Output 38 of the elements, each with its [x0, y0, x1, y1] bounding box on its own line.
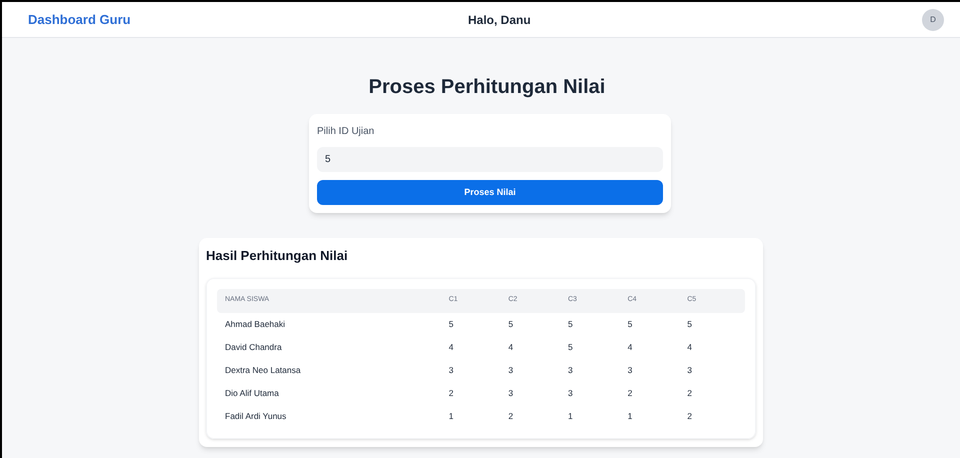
table-cell-text: 3: [628, 364, 634, 376]
exam-id-field[interactable]: 5: [317, 147, 663, 172]
table-cell-text: 1: [568, 410, 574, 422]
table-cell-text: 2: [687, 410, 693, 422]
table-cell-text: Dextra Neo Latansa: [225, 364, 302, 376]
table-cell-text: 4: [628, 340, 634, 354]
table-cell-text: 5: [568, 340, 574, 354]
table-cell-text: 2: [448, 386, 454, 400]
results-title: Hasil Perhitungan Nilai: [206, 247, 349, 265]
table-cell-text: 5: [448, 318, 454, 330]
table-cell-text: 5: [687, 318, 693, 330]
brand-title[interactable]: Dashboard Guru: [28, 10, 131, 30]
table-cell-text: 2: [508, 410, 514, 422]
table-cell-text: 5: [508, 318, 514, 330]
greeting: Halo, Danu: [468, 12, 531, 28]
process-button[interactable]: Proses Nilai: [317, 180, 663, 205]
table-cell-text: 4: [448, 340, 454, 354]
table-cell-text: 3: [568, 386, 574, 400]
table-cell-text: 4: [687, 340, 693, 354]
table-cell-text: 3: [508, 386, 514, 400]
field-label: Pilih ID Ujian: [317, 125, 376, 139]
table-cell-text: 2: [687, 386, 693, 400]
table-cell-text: 2: [628, 386, 634, 400]
table-cell-text: 1: [628, 410, 634, 422]
table-cell-text: 5: [628, 318, 634, 330]
table-cell-text: Fadil Ardi Yunus: [225, 410, 288, 422]
table-cell-text: 3: [568, 364, 574, 376]
table-cell-text: 3: [448, 364, 454, 376]
table-cell-text: Dio Alif Utama: [225, 386, 280, 400]
page-title: Proses Perhitungan Nilai: [368, 75, 606, 100]
table-cell-text: 3: [508, 364, 514, 376]
table-cell-text: Ahmad Baehaki: [225, 318, 286, 330]
table-cell-text: 3: [687, 364, 693, 376]
table-cell-text: David Chandra: [225, 340, 283, 354]
avatar[interactable]: D: [922, 8, 944, 30]
table-cell-text: 5: [568, 318, 574, 330]
table-cell-text: 1: [448, 410, 454, 422]
table-cell-text: 4: [508, 340, 514, 354]
